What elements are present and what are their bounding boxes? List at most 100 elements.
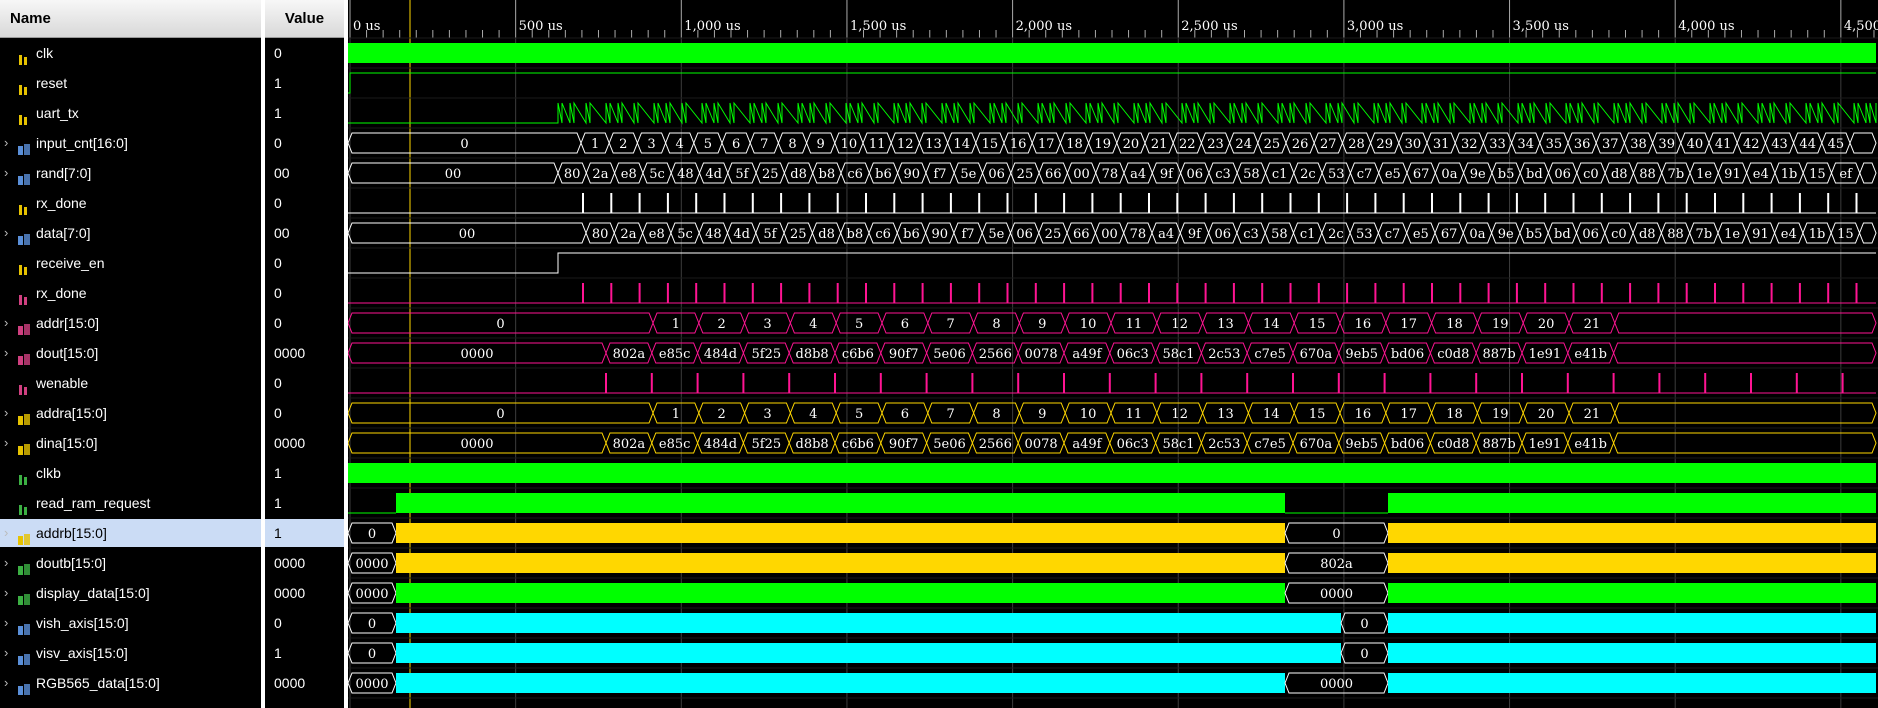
bus-value-label: 9e <box>1470 167 1486 182</box>
bus-value-label: 27 <box>1320 137 1337 152</box>
bus-value-label: 67 <box>1441 227 1458 242</box>
bus-signal-icon <box>18 227 30 245</box>
bus-value-label: 1e <box>1724 227 1740 242</box>
bus-segment[interactable] <box>1614 402 1877 424</box>
bus-segment[interactable] <box>1849 132 1877 154</box>
bus-segment[interactable] <box>1613 342 1877 364</box>
bus-value-label: c0d8 <box>1437 437 1469 452</box>
signal-row-input_cnt160[interactable]: › input_cnt[16:0] <box>0 129 261 157</box>
bus-value-label: bd <box>1526 167 1543 182</box>
bit-waveform[interactable] <box>348 252 1876 274</box>
bus-value-label: 18 <box>1446 317 1463 332</box>
expand-chevron-icon[interactable]: › <box>4 609 8 637</box>
name-column-header[interactable]: Name <box>0 0 261 38</box>
bus-value-label: 0078 <box>1025 437 1058 452</box>
expand-chevron-icon[interactable]: › <box>4 429 8 457</box>
signal-row-data70[interactable]: › data[7:0] <box>0 219 261 247</box>
bit-waveform[interactable] <box>348 101 1877 125</box>
expand-chevron-icon[interactable]: › <box>4 309 8 337</box>
dense-toggle-region[interactable] <box>396 613 1341 633</box>
signal-value: 1 <box>274 75 282 91</box>
signal-row-visv_axis150[interactable]: › visv_axis[15:0] <box>0 639 261 667</box>
signal-row-rand70[interactable]: › rand[7:0] <box>0 159 261 187</box>
value-column-header[interactable]: Value <box>265 0 344 38</box>
bus-value-label: f7 <box>962 227 975 242</box>
bus-value-label: e5 <box>1413 227 1429 242</box>
signal-row-dina150[interactable]: › dina[15:0] <box>0 429 261 457</box>
expand-chevron-icon[interactable]: › <box>4 579 8 607</box>
bus-value-label: 2c <box>1328 227 1344 242</box>
expand-chevron-icon[interactable]: › <box>4 399 8 427</box>
bus-value-label: 12 <box>1171 317 1188 332</box>
expand-chevron-icon[interactable]: › <box>4 669 8 697</box>
signal-row-wenable[interactable]: wenable <box>0 369 261 397</box>
signal-name-label: reset <box>36 75 68 91</box>
dense-toggle-region[interactable] <box>396 523 1285 543</box>
signal-value: 1 <box>265 519 344 547</box>
waveform-pane[interactable]: 0 us 500 us 1,000 us 1,500 us 2,000 us 2,500 … <box>348 0 1878 708</box>
signal-row-read_ram_request[interactable]: read_ram_request <box>0 489 261 517</box>
expand-chevron-icon[interactable]: › <box>4 159 8 187</box>
bus-value-label: 06 <box>1186 167 1203 182</box>
expand-chevron-icon[interactable]: › <box>4 219 8 247</box>
expand-chevron-icon[interactable]: › <box>4 549 8 577</box>
dense-toggle-region[interactable] <box>396 493 1285 513</box>
signal-row-receive_en[interactable]: receive_en <box>0 249 261 277</box>
expand-chevron-icon[interactable]: › <box>4 639 8 667</box>
signal-row-display_data150[interactable]: › display_data[15:0] <box>0 579 261 607</box>
bus-value-label: 887b <box>1483 347 1516 362</box>
dense-toggle-region[interactable] <box>1388 583 1876 603</box>
bit-waveform[interactable] <box>348 72 1876 94</box>
dense-toggle-region[interactable] <box>396 673 1285 693</box>
dense-toggle-region[interactable] <box>1388 643 1876 663</box>
signal-row-clk[interactable]: clk <box>0 39 261 67</box>
signal-row-rx_done[interactable]: rx_done <box>0 279 261 307</box>
bus-segment[interactable] <box>1613 432 1877 454</box>
bus-value-label: 0078 <box>1025 347 1058 362</box>
dense-toggle-region[interactable] <box>1388 493 1876 513</box>
signal-row-reset[interactable]: reset <box>0 69 261 97</box>
expand-chevron-icon[interactable]: › <box>4 339 8 367</box>
signal-row-doutb150[interactable]: › doutb[15:0] <box>0 549 261 577</box>
signal-value: 1 <box>274 465 282 481</box>
dense-toggle-region[interactable] <box>348 463 1876 483</box>
expand-chevron-icon[interactable]: › <box>4 129 8 157</box>
bus-segment[interactable] <box>1614 312 1877 334</box>
time-tick-label: 500 us <box>519 19 563 34</box>
time-ruler[interactable] <box>348 0 1878 38</box>
time-tick-label: 0 us <box>353 19 380 34</box>
bus-value-label: 15 <box>982 137 999 152</box>
dense-toggle-region[interactable] <box>1388 613 1876 633</box>
dense-toggle-region[interactable] <box>1388 673 1876 693</box>
signal-row-addr150[interactable]: › addr[15:0] <box>0 309 261 337</box>
signal-value: 1 <box>274 495 282 511</box>
signal-row-clkb[interactable]: clkb <box>0 459 261 487</box>
signal-row-rgb565_data150[interactable]: › RGB565_data[15:0] <box>0 669 261 697</box>
dense-toggle-region[interactable] <box>396 553 1285 573</box>
signal-row-uart_tx[interactable]: uart_tx <box>0 99 261 127</box>
bus-value-label: 21 <box>1584 407 1601 422</box>
bus-value-label: 0000 <box>1320 677 1353 692</box>
bus-value-label: 1b <box>1781 167 1798 182</box>
waveform-canvas[interactable]: 0 us 500 us 1,000 us 1,500 us 2,000 us 2,500 … <box>348 0 1878 708</box>
signal-row-addrb150[interactable]: › addrb[15:0] <box>0 519 261 547</box>
signal-row-vish_axis150[interactable]: › vish_axis[15:0] <box>0 609 261 637</box>
bus-value-label: 8 <box>788 137 796 152</box>
bus-value-label: 0 <box>1360 617 1368 632</box>
dense-toggle-region[interactable] <box>1388 523 1876 543</box>
bus-value-label: 10 <box>1080 407 1097 422</box>
dense-toggle-region[interactable] <box>396 583 1285 603</box>
dense-toggle-region[interactable] <box>348 43 1876 63</box>
dense-toggle-region[interactable] <box>1388 553 1876 573</box>
bus-value-label: e8 <box>649 227 665 242</box>
dense-toggle-region[interactable] <box>396 643 1341 663</box>
bus-value-label: 25 <box>1017 167 1034 182</box>
signal-row-dout150[interactable]: › dout[15:0] <box>0 339 261 367</box>
expand-chevron-icon[interactable]: › <box>4 519 8 547</box>
bus-signal-icon <box>18 317 30 335</box>
signal-row-rx_done[interactable]: rx_done <box>0 189 261 217</box>
signal-row-addra150[interactable]: › addra[15:0] <box>0 399 261 427</box>
bus-value-label: c7e5 <box>1254 347 1286 362</box>
bus-segment[interactable] <box>1859 162 1877 184</box>
bus-segment[interactable] <box>1858 222 1877 244</box>
